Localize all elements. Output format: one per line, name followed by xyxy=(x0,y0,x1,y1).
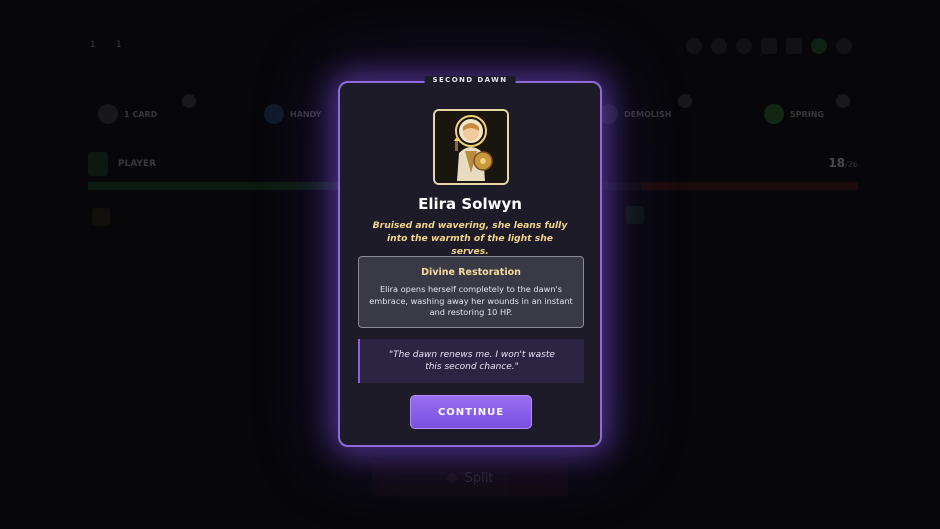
split-button[interactable]: Split xyxy=(372,460,568,496)
ability-text: Elira opens herself completely to the da… xyxy=(369,284,573,317)
hero-description: Bruised and wavering, she leans fully in… xyxy=(372,220,568,257)
modifier-label: 1 CARD xyxy=(124,109,158,119)
ability-title: Divine Restoration xyxy=(421,267,521,278)
hand-icon xyxy=(264,104,284,124)
modal-tag: SECOND DAWN xyxy=(424,76,516,84)
modifier-label: SPRING xyxy=(790,109,825,119)
stat-block: 1 xyxy=(116,40,122,50)
game-screen: 1 1 1 CARD HANDY DEMOLISH SPRING PLAYER … xyxy=(0,0,940,529)
modifier-label: DEMOLISH xyxy=(624,109,672,119)
ability-card: Divine Restoration Elira opens herself c… xyxy=(358,256,584,328)
top-toolbar xyxy=(686,38,852,54)
hero-name: Elira Solwyn xyxy=(418,195,522,213)
stat-value: 1 xyxy=(116,40,122,50)
player-hp: 18/26 xyxy=(828,156,858,170)
modifier-chip[interactable]: HANDY xyxy=(264,96,321,132)
modifier-chip[interactable]: DEMOLISH xyxy=(598,94,692,132)
enemy-fill xyxy=(642,182,858,190)
hp-value: 18 xyxy=(828,156,846,170)
card-icon xyxy=(98,104,118,124)
split-icon xyxy=(446,473,457,483)
potion-icon[interactable] xyxy=(811,38,827,54)
help-icon[interactable] xyxy=(836,38,852,54)
hero-quote: "The dawn renews me. I won't waste this … xyxy=(358,339,584,383)
split-label: Split xyxy=(464,470,494,486)
modifier-chip[interactable]: SPRING xyxy=(764,94,850,132)
continue-button[interactable]: CONTINUE xyxy=(410,395,532,429)
stat-value: 1 xyxy=(90,40,96,50)
stat-block: 1 xyxy=(90,40,96,50)
badge-icon xyxy=(836,94,850,108)
leaf-icon xyxy=(764,104,784,124)
menu-icon[interactable] xyxy=(686,38,702,54)
player-name: PLAYER xyxy=(118,159,157,169)
deck-icon[interactable] xyxy=(736,38,752,54)
badge-icon xyxy=(182,94,196,108)
relic-icon[interactable] xyxy=(92,208,110,226)
settings-icon[interactable] xyxy=(711,38,727,54)
relic-icon[interactable] xyxy=(626,206,644,224)
paladin-portrait-icon xyxy=(435,111,507,183)
modifier-label: HANDY xyxy=(290,109,322,119)
inventory-icon[interactable] xyxy=(761,38,777,54)
hero-portrait xyxy=(433,109,509,185)
map-icon[interactable] xyxy=(786,38,802,54)
player-avatar xyxy=(88,152,108,176)
modifier-chip[interactable]: 1 CARD xyxy=(98,94,196,132)
badge-icon xyxy=(678,94,692,108)
hp-max: /26 xyxy=(845,160,858,169)
second-dawn-modal: SECOND DAWN Elira Solwyn Bruised and wav… xyxy=(338,76,602,447)
